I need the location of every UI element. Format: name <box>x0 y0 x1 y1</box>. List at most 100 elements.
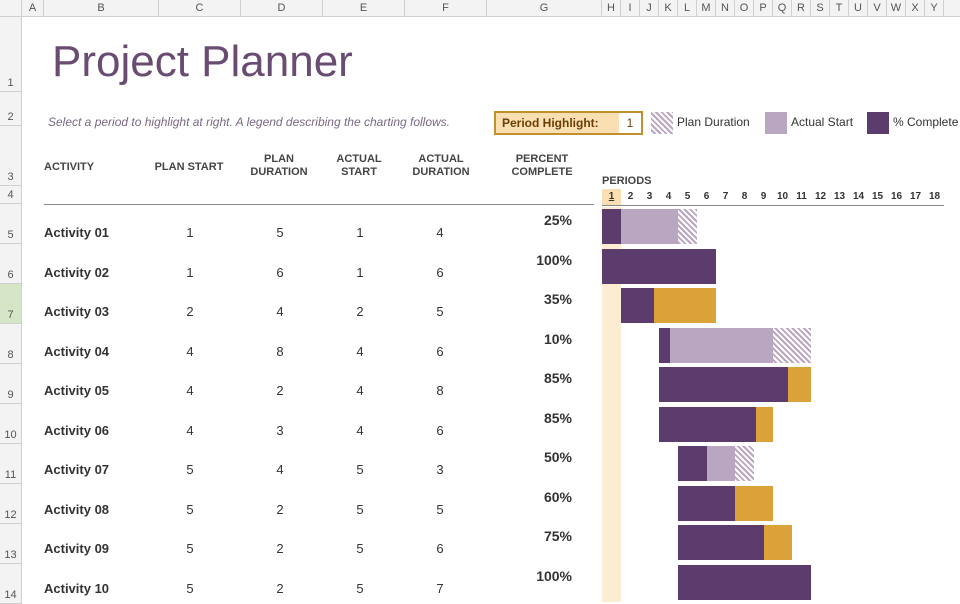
column-letter[interactable]: V <box>868 0 887 16</box>
percent-complete-value[interactable]: 50% <box>512 449 572 465</box>
percent-complete-value[interactable]: 100% <box>512 568 572 584</box>
plan-start-value[interactable]: 1 <box>170 265 210 280</box>
table-row[interactable]: Activity 06434685% <box>22 405 960 445</box>
plan-duration-value[interactable]: 4 <box>260 462 300 477</box>
plan-start-value[interactable]: 1 <box>170 225 210 240</box>
plan-start-value[interactable]: 5 <box>170 502 210 517</box>
plan-duration-value[interactable]: 3 <box>260 423 300 438</box>
period-number[interactable]: 16 <box>887 189 906 205</box>
percent-complete-value[interactable]: 35% <box>512 291 572 307</box>
percent-complete-value[interactable]: 85% <box>512 410 572 426</box>
period-number[interactable]: 13 <box>830 189 849 205</box>
worksheet-area[interactable]: Project Planner Select a period to highl… <box>22 17 960 604</box>
actual-start-value[interactable]: 1 <box>340 265 380 280</box>
percent-complete-value[interactable]: 85% <box>512 370 572 386</box>
column-letter[interactable]: M <box>697 0 716 16</box>
column-letter[interactable]: J <box>640 0 659 16</box>
column-letter[interactable]: Q <box>773 0 792 16</box>
period-number[interactable]: 12 <box>811 189 830 205</box>
table-row[interactable]: Activity 08525560% <box>22 484 960 524</box>
actual-start-value[interactable]: 5 <box>340 581 380 596</box>
actual-duration-value[interactable]: 7 <box>420 581 460 596</box>
column-letter[interactable]: Y <box>925 0 944 16</box>
plan-start-value[interactable]: 4 <box>170 423 210 438</box>
actual-start-value[interactable]: 4 <box>340 423 380 438</box>
plan-start-value[interactable]: 2 <box>170 304 210 319</box>
plan-duration-value[interactable]: 4 <box>260 304 300 319</box>
period-number[interactable]: 9 <box>754 189 773 205</box>
column-letter[interactable]: S <box>811 0 830 16</box>
actual-start-value[interactable]: 1 <box>340 225 380 240</box>
table-row[interactable]: Activity 07545350% <box>22 444 960 484</box>
column-letter[interactable]: I <box>621 0 640 16</box>
row-number[interactable]: 11 <box>0 444 21 484</box>
column-letter[interactable]: O <box>735 0 754 16</box>
percent-complete-value[interactable]: 100% <box>512 252 572 268</box>
column-letter[interactable]: A <box>22 0 44 16</box>
percent-complete-value[interactable]: 75% <box>512 528 572 544</box>
plan-duration-value[interactable]: 2 <box>260 383 300 398</box>
actual-duration-value[interactable]: 3 <box>420 462 460 477</box>
plan-start-value[interactable]: 5 <box>170 581 210 596</box>
table-row[interactable]: Activity 021616100% <box>22 247 960 287</box>
plan-duration-value[interactable]: 2 <box>260 502 300 517</box>
period-number[interactable]: 10 <box>773 189 792 205</box>
column-letter[interactable]: P <box>754 0 773 16</box>
actual-duration-value[interactable]: 4 <box>420 225 460 240</box>
actual-duration-value[interactable]: 8 <box>420 383 460 398</box>
table-row[interactable]: Activity 105257100% <box>22 563 960 603</box>
row-number[interactable]: 5 <box>0 204 21 244</box>
row-number[interactable]: 8 <box>0 324 21 364</box>
column-letter[interactable]: E <box>323 0 405 16</box>
period-number[interactable]: 8 <box>735 189 754 205</box>
row-number[interactable]: 4 <box>0 186 21 204</box>
row-number[interactable]: 14 <box>0 564 21 604</box>
column-letter[interactable] <box>0 0 22 16</box>
actual-start-value[interactable]: 4 <box>340 383 380 398</box>
period-number[interactable]: 2 <box>621 189 640 205</box>
row-number[interactable]: 13 <box>0 524 21 564</box>
period-number[interactable]: 1 <box>602 189 621 205</box>
period-number[interactable]: 3 <box>640 189 659 205</box>
row-number[interactable]: 1 <box>0 17 21 92</box>
column-letter[interactable]: C <box>159 0 241 16</box>
period-number[interactable]: 6 <box>697 189 716 205</box>
actual-duration-value[interactable]: 6 <box>420 423 460 438</box>
column-letter[interactable]: K <box>659 0 678 16</box>
column-letter[interactable]: W <box>887 0 906 16</box>
percent-complete-value[interactable]: 25% <box>512 212 572 228</box>
table-row[interactable]: Activity 03242535% <box>22 286 960 326</box>
row-number[interactable]: 2 <box>0 92 21 126</box>
period-number[interactable]: 14 <box>849 189 868 205</box>
row-number[interactable]: 3 <box>0 126 21 186</box>
actual-duration-value[interactable]: 5 <box>420 502 460 517</box>
row-number[interactable]: 6 <box>0 244 21 284</box>
table-row[interactable]: Activity 01151425% <box>22 207 960 247</box>
period-number[interactable]: 18 <box>925 189 944 205</box>
actual-start-value[interactable]: 2 <box>340 304 380 319</box>
row-number[interactable]: 7 <box>0 284 21 324</box>
actual-duration-value[interactable]: 6 <box>420 344 460 359</box>
column-letter[interactable]: B <box>44 0 159 16</box>
table-row[interactable]: Activity 05424885% <box>22 365 960 405</box>
period-number[interactable]: 4 <box>659 189 678 205</box>
table-row[interactable]: Activity 04484610% <box>22 326 960 366</box>
column-letter[interactable]: T <box>830 0 849 16</box>
period-number[interactable]: 17 <box>906 189 925 205</box>
table-row[interactable]: Activity 09525675% <box>22 523 960 563</box>
column-letter[interactable]: N <box>716 0 735 16</box>
period-number[interactable]: 11 <box>792 189 811 205</box>
plan-duration-value[interactable]: 8 <box>260 344 300 359</box>
row-number[interactable]: 9 <box>0 364 21 404</box>
column-letter[interactable]: R <box>792 0 811 16</box>
period-highlight-value[interactable]: 1 <box>619 111 643 135</box>
actual-start-value[interactable]: 5 <box>340 541 380 556</box>
column-letter[interactable]: L <box>678 0 697 16</box>
period-number[interactable]: 7 <box>716 189 735 205</box>
row-number[interactable]: 12 <box>0 484 21 524</box>
percent-complete-value[interactable]: 10% <box>512 331 572 347</box>
column-letter[interactable]: F <box>405 0 487 16</box>
plan-duration-value[interactable]: 6 <box>260 265 300 280</box>
column-letter[interactable]: U <box>849 0 868 16</box>
column-letter[interactable]: D <box>241 0 323 16</box>
